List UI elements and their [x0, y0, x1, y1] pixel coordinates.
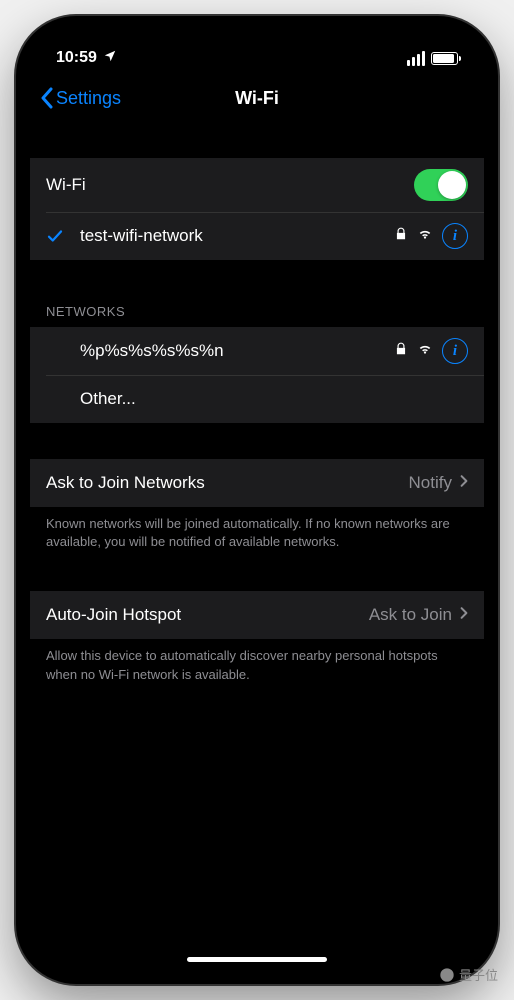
- home-indicator[interactable]: [187, 957, 327, 962]
- auto-join-hotspot-footer: Allow this device to automatically disco…: [30, 639, 484, 687]
- auto-join-hotspot-row[interactable]: Auto-Join Hotspot Ask to Join: [30, 591, 484, 639]
- device-notch: [157, 30, 357, 60]
- ask-to-join-footer: Known networks will be joined automatica…: [30, 507, 484, 555]
- available-network-name: %p%s%s%s%s%n: [80, 341, 394, 361]
- lock-icon: [394, 341, 408, 361]
- chevron-right-icon: [460, 473, 468, 493]
- navigation-bar: Settings Wi-Fi: [30, 74, 484, 122]
- other-network-label: Other...: [80, 389, 468, 409]
- location-icon: [103, 49, 117, 68]
- watermark: 量子位: [439, 965, 498, 984]
- status-time: 10:59: [56, 49, 97, 67]
- phone-frame: 10:59 Settings Wi-Fi: [16, 16, 498, 984]
- wifi-toggle-row: Wi-Fi: [30, 158, 484, 212]
- other-network-row[interactable]: Other...: [30, 375, 484, 423]
- info-button[interactable]: i: [442, 338, 468, 364]
- wifi-toggle-switch[interactable]: [414, 169, 468, 201]
- info-button[interactable]: i: [442, 223, 468, 249]
- auto-join-hotspot-label: Auto-Join Hotspot: [46, 605, 369, 625]
- available-network-row[interactable]: %p%s%s%s%s%n i: [30, 327, 484, 375]
- ask-to-join-row[interactable]: Ask to Join Networks Notify: [30, 459, 484, 507]
- back-button[interactable]: Settings: [40, 87, 121, 109]
- checkmark-icon: [46, 227, 68, 245]
- networks-section-header: Networks: [30, 296, 484, 327]
- ask-to-join-value: Notify: [409, 473, 452, 493]
- chevron-right-icon: [460, 605, 468, 625]
- wifi-icon: [418, 341, 432, 361]
- connected-network-name: test-wifi-network: [80, 226, 394, 246]
- wifi-icon: [418, 226, 432, 246]
- ask-to-join-label: Ask to Join Networks: [46, 473, 409, 493]
- battery-icon: [431, 52, 458, 65]
- lock-icon: [394, 226, 408, 246]
- auto-join-hotspot-value: Ask to Join: [369, 605, 452, 625]
- cellular-signal-icon: [407, 51, 425, 66]
- connected-network-row[interactable]: test-wifi-network i: [30, 212, 484, 260]
- back-label: Settings: [56, 88, 121, 109]
- wifi-toggle-label: Wi-Fi: [46, 175, 414, 195]
